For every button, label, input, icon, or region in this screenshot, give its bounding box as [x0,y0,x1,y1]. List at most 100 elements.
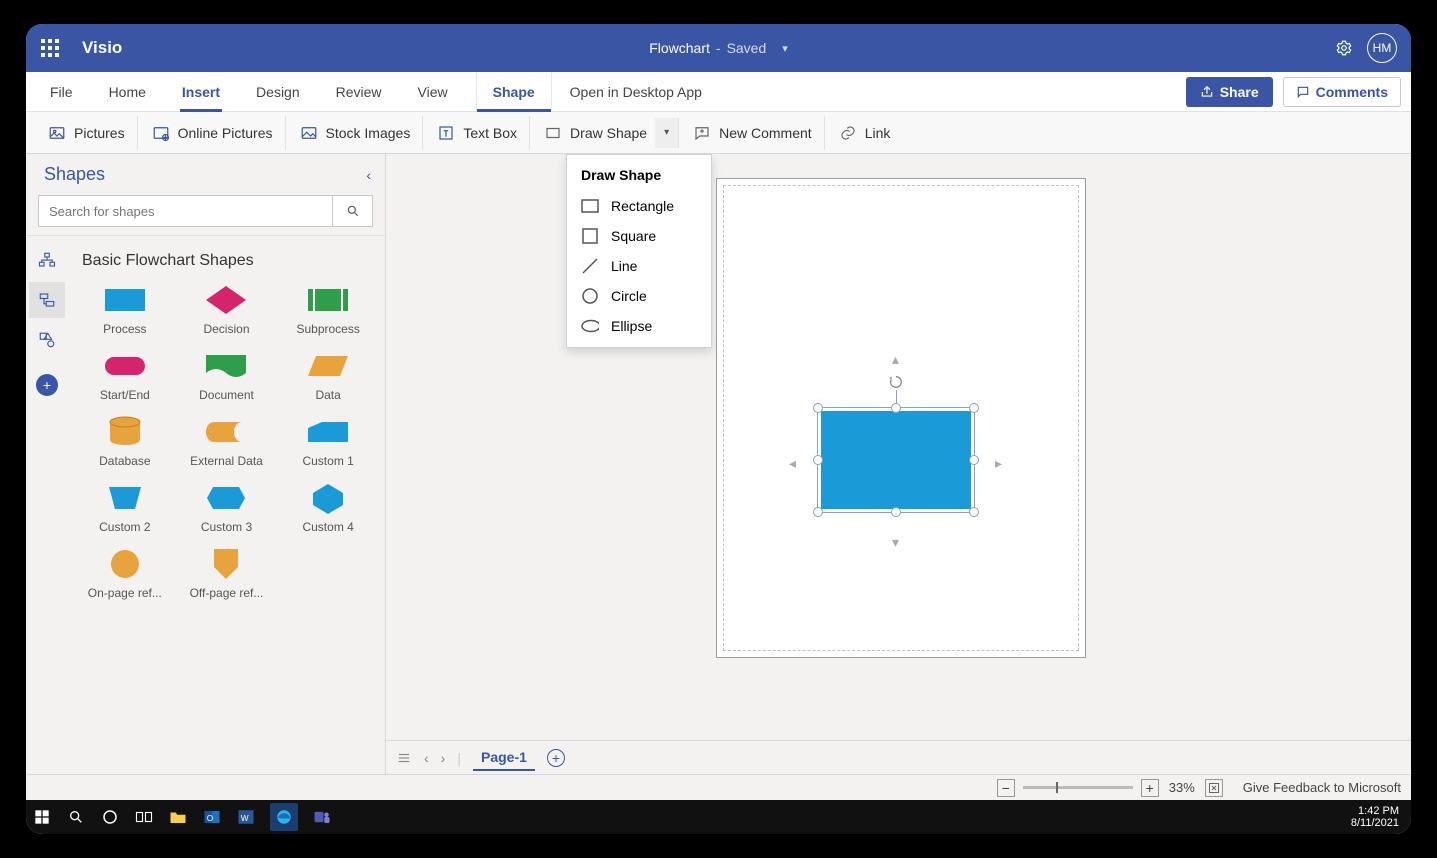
zoom-control: − + [997,779,1159,797]
menu-line[interactable]: Line [567,251,711,281]
start-button[interactable] [32,807,52,827]
search-button[interactable] [332,196,372,226]
svg-text:W: W [241,814,249,823]
tab-shape[interactable]: Shape [476,72,552,112]
menu-rectangle[interactable]: Rectangle [567,191,711,221]
zoom-slider[interactable] [1023,786,1133,789]
shape-decision[interactable]: Decision [178,282,276,338]
share-button[interactable]: Share [1186,77,1273,107]
shapes-panel-title: Shapes [44,164,105,185]
add-stencil-button[interactable]: + [36,374,58,396]
ribbon-link-button[interactable]: Link [827,116,903,150]
app-launcher-button[interactable] [26,24,74,72]
resize-handle-w[interactable] [813,455,823,465]
tab-review[interactable]: Review [328,72,390,112]
shape-offpageref[interactable]: Off-page ref... [178,546,276,602]
ribbon-new-comment-button[interactable]: New Comment [681,116,825,150]
shape-externaldata[interactable]: External Data [178,414,276,470]
autoconnect-arrow-right[interactable]: ▸ [995,455,1002,472]
page-tab-1[interactable]: Page-1 [473,745,535,771]
settings-icon[interactable] [1335,39,1353,57]
ribbon-pictures-button[interactable]: Pictures [36,116,138,150]
shape-startend[interactable]: Start/End [76,348,174,404]
document-title[interactable]: Flowchart [649,40,710,56]
search-icon [68,809,84,825]
stencil-tab-1[interactable] [29,242,65,278]
shape-custom4[interactable]: Custom 4 [279,480,377,536]
shape-custom3[interactable]: Custom 3 [178,480,276,536]
ribbon-stock-images-button[interactable]: Stock Images [288,116,424,150]
tab-insert[interactable]: Insert [174,72,228,112]
resize-handle-s[interactable] [891,507,901,517]
resize-handle-nw[interactable] [813,403,823,413]
autoconnect-arrow-down[interactable]: ▾ [892,534,899,551]
taskbar-search-button[interactable] [66,807,86,827]
teams-icon [313,808,331,826]
cortana-button[interactable] [100,807,120,827]
edge-icon [275,808,293,826]
online-pictures-icon [152,124,170,142]
canvas-area[interactable]: Draw Shape Rectangle Square Line [386,154,1411,774]
resize-handle-sw[interactable] [813,507,823,517]
tab-home[interactable]: Home [101,72,154,112]
zoom-in-button[interactable]: + [1141,779,1159,797]
stencil-tab-3[interactable] [29,322,65,358]
shape-database[interactable]: Database [76,414,174,470]
resize-handle-e[interactable] [969,455,979,465]
tab-view[interactable]: View [410,72,456,112]
tab-file[interactable]: File [42,72,81,112]
task-view-button[interactable] [134,807,154,827]
fit-to-window-button[interactable] [1205,779,1223,797]
autoconnect-arrow-up[interactable]: ▴ [892,351,899,368]
add-page-button[interactable]: + [547,749,565,767]
shape-data[interactable]: Data [279,348,377,404]
user-avatar[interactable]: HM [1367,33,1397,63]
shape-process[interactable]: Process [76,282,174,338]
all-pages-icon[interactable] [396,751,412,765]
taskbar-word[interactable]: W [236,807,256,827]
taskbar-file-explorer[interactable] [168,807,188,827]
ribbon-online-pictures-button[interactable]: Online Pictures [140,116,286,150]
save-status: Saved [727,40,767,56]
draw-shape-menu-title: Draw Shape [567,163,711,191]
collapse-sidebar-button[interactable]: ‹ [366,167,371,183]
open-in-desktop-app[interactable]: Open in Desktop App [570,84,702,100]
fit-icon [1208,782,1220,794]
rotate-handle[interactable] [888,374,904,390]
resize-handle-n[interactable] [891,403,901,413]
autoconnect-arrow-left[interactable]: ◂ [789,455,796,472]
shape-custom1[interactable]: Custom 1 [279,414,377,470]
menu-circle[interactable]: Circle [567,281,711,311]
stock-images-icon [300,124,318,142]
zoom-out-button[interactable]: − [997,779,1015,797]
menu-ellipse[interactable]: Ellipse [567,311,711,341]
chevron-down-icon[interactable]: ▾ [782,42,788,55]
feedback-link[interactable]: Give Feedback to Microsoft [1243,780,1401,795]
draw-shape-dropdown-button[interactable]: ▾ [655,118,679,148]
shape-onpageref[interactable]: On-page ref... [76,546,174,602]
taskbar-edge[interactable] [270,803,298,831]
shape-subprocess[interactable]: Subprocess [279,282,377,338]
share-icon [1200,85,1214,99]
search-input[interactable] [39,196,332,226]
task-view-icon [135,810,153,824]
menu-square[interactable]: Square [567,221,711,251]
title-bar: Visio Flowchart - Saved ▾ HM [26,24,1411,72]
comments-button[interactable]: Comments [1283,77,1401,107]
shape-custom2[interactable]: Custom 2 [76,480,174,536]
resize-handle-se[interactable] [969,507,979,517]
resize-handle-ne[interactable] [969,403,979,413]
flowchart-icon [38,291,56,309]
taskbar-teams[interactable] [312,807,332,827]
shape-document[interactable]: Document [178,348,276,404]
stencil-tab-2[interactable] [29,282,65,318]
next-page-button[interactable]: › [441,750,446,766]
ribbon-text-box-button[interactable]: Text Box [425,116,530,150]
page-canvas[interactable]: ▴ ▾ ◂ ▸ [716,178,1086,658]
tab-design[interactable]: Design [248,72,308,112]
taskbar-clock[interactable]: 1:42 PM 8/11/2021 [1351,805,1405,829]
link-icon [839,124,857,142]
taskbar-outlook[interactable]: O [202,807,222,827]
prev-page-button[interactable]: ‹ [424,750,429,766]
ribbon-draw-shape-button[interactable]: Draw Shape [532,116,653,150]
